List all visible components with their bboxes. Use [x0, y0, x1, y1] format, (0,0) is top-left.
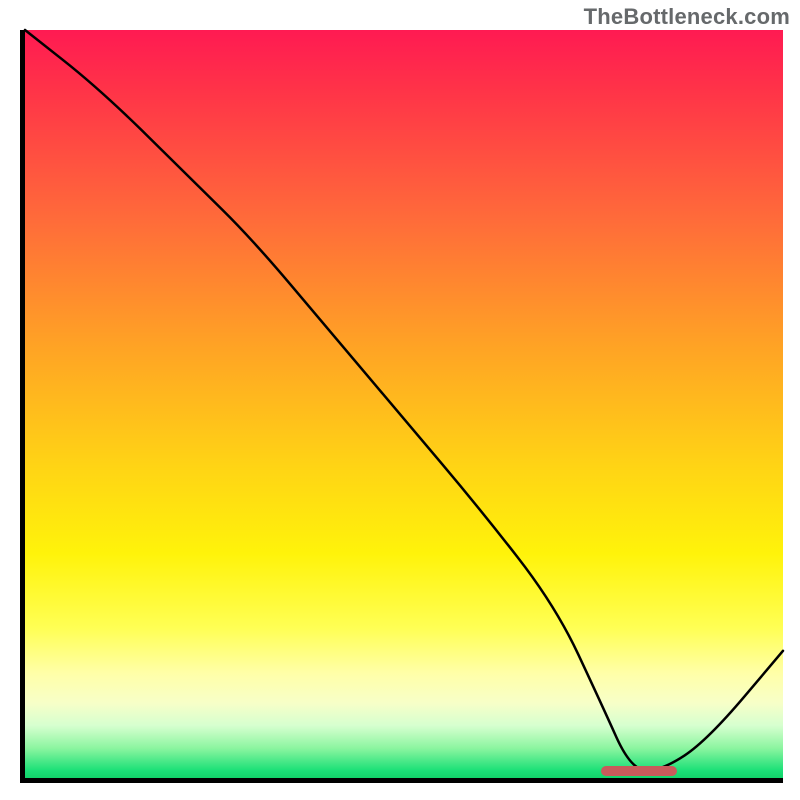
chart-frame: TheBottleneck.com [0, 0, 800, 800]
plot-area [20, 30, 783, 783]
bottleneck-curve-path [25, 30, 783, 771]
curve-svg [25, 30, 783, 778]
watermark-text: TheBottleneck.com [584, 4, 790, 30]
optimum-marker [601, 766, 677, 776]
